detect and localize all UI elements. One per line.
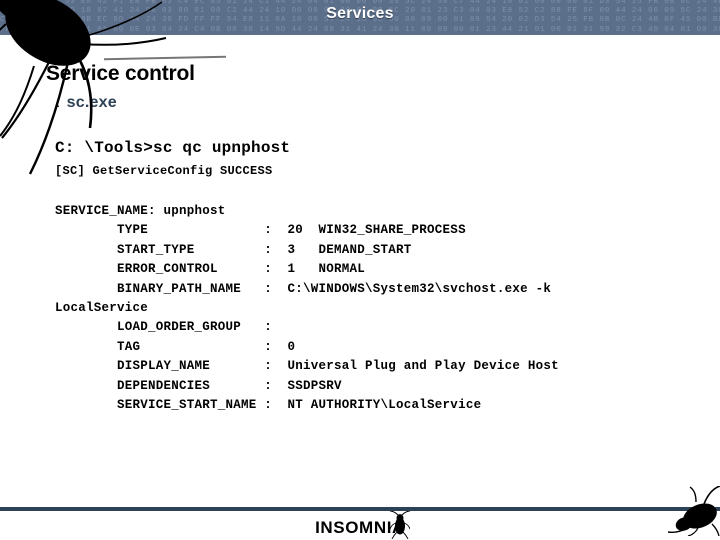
footer-divider [0, 507, 720, 511]
page-title: Services [326, 5, 394, 22]
bug-antenna-decoration [103, 55, 227, 61]
console-command-line: C: \Tools>sc qc upnphost [55, 139, 291, 157]
footer-brand-label: INSOMNIA [315, 518, 405, 537]
header-band: B2 3A 8D E1 53 E8 42 F1 EB FB 83 C4 EC 8… [0, 0, 720, 35]
subheading-label: sc.exe [66, 94, 117, 111]
console-output-block: SERVICE_NAME: upnphost TYPE : 20 WIN32_S… [55, 204, 559, 413]
subheading-bullet: : [56, 94, 61, 111]
slide-subheading: : sc.exe [56, 94, 117, 112]
slide-heading: Service control [46, 62, 195, 85]
console-status-line: [SC] GetServiceConfig SUCCESS [55, 164, 273, 178]
